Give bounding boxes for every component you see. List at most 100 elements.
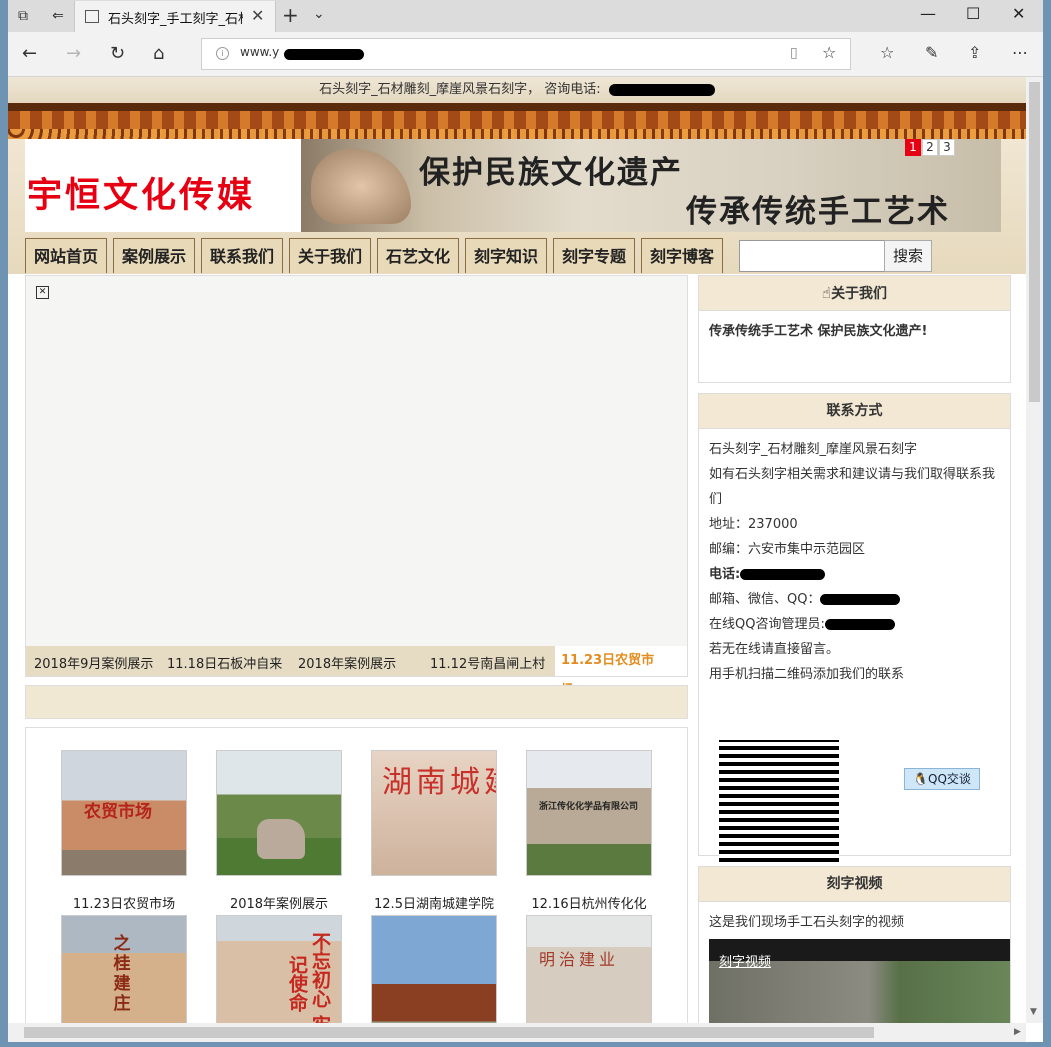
tab-actions-icon[interactable]: ⧉ bbox=[14, 7, 32, 25]
broken-image-icon: ✕ bbox=[36, 286, 49, 299]
image-slider[interactable]: ✕ 2018年9月案例展示 11.18日石板冲自来 2018年案例展示 11.1… bbox=[25, 275, 688, 698]
photo-text: 不忘初心 牢记使命 bbox=[286, 932, 331, 1023]
carving-hand-image bbox=[311, 149, 411, 224]
video-title-link[interactable]: 刻字视频 bbox=[719, 951, 771, 970]
favorites-hub-icon[interactable]: ☆ bbox=[880, 43, 894, 62]
site-logo[interactable]: 宇恒文化传媒 bbox=[25, 139, 301, 232]
video-thumbnail bbox=[709, 961, 1010, 1023]
gallery-photo[interactable]: 湖南城建 bbox=[371, 750, 497, 876]
site-top-line: 石头刻字_石材雕刻_摩崖风景石刻字， 咨询电话: bbox=[8, 77, 1026, 103]
back-icon[interactable]: ← bbox=[22, 43, 37, 64]
gallery-photo[interactable]: 浙江传化化学品有限公司 bbox=[526, 750, 652, 876]
home-icon[interactable]: ⌂ bbox=[153, 43, 164, 64]
video-title: 刻字视频 bbox=[699, 867, 1010, 902]
case-gallery: 农贸市场 11.23日农贸市场 2018年案例展示 湖南城建 12.5日湖南城建… bbox=[25, 727, 688, 1023]
menu-contact[interactable]: 联系我们 bbox=[201, 238, 283, 273]
vertical-scroll-thumb[interactable] bbox=[1029, 82, 1040, 402]
contact-line: 地址：237000 bbox=[709, 517, 798, 532]
logo-text: 宇恒文化传媒 bbox=[27, 175, 256, 216]
gallery-photo[interactable] bbox=[371, 915, 497, 1023]
close-window-icon[interactable]: ✕ bbox=[1012, 4, 1025, 23]
redaction-mark bbox=[740, 569, 826, 580]
tab-list-chevron-icon[interactable]: ⌄ bbox=[313, 6, 325, 22]
online-qq-label: 在线QQ咨询管理员: bbox=[709, 617, 825, 632]
site-info-icon[interactable]: i bbox=[216, 47, 229, 60]
slider-caption[interactable]: 2018年案例展示 bbox=[298, 653, 396, 672]
video-player[interactable]: 刻字视频 bbox=[709, 939, 1010, 1023]
scroll-right-icon[interactable]: ▶ bbox=[1014, 1027, 1021, 1037]
gallery-item[interactable]: 2018年案例展示 bbox=[199, 750, 359, 912]
photo-text: 之桂建庄 bbox=[113, 934, 131, 1014]
gallery-photo[interactable] bbox=[216, 750, 342, 876]
about-title-text: 关于我们 bbox=[831, 286, 888, 302]
photo-text: 明治建业 bbox=[539, 950, 620, 969]
gallery-item[interactable]: 明治建业 bbox=[509, 915, 669, 1023]
gallery-item[interactable]: 浙江传化化学品有限公司 12.16日杭州传化化 bbox=[509, 750, 669, 912]
active-tab[interactable]: 石头刻字_手工刻字_石材 ✕ bbox=[74, 1, 276, 32]
redaction-mark bbox=[284, 49, 364, 60]
maximize-icon[interactable]: ☐ bbox=[966, 4, 980, 23]
stone-shape bbox=[257, 819, 305, 859]
gallery-label[interactable]: 2018年案例展示 bbox=[199, 893, 359, 912]
redaction-mark bbox=[608, 83, 715, 96]
banner-line-2: 传承传统手工艺术 bbox=[686, 194, 950, 230]
contact-line: 用手机扫描二维码添加我们的联系 bbox=[709, 667, 905, 682]
qq-chat-button[interactable]: 🐧QQ交谈 bbox=[904, 768, 980, 790]
menu-carving-knowledge[interactable]: 刻字知识 bbox=[465, 238, 547, 273]
gallery-photo[interactable]: 不忘初心 牢记使命 bbox=[216, 915, 342, 1023]
gallery-photo[interactable]: 之桂建庄 bbox=[61, 915, 187, 1023]
slider-caption-active[interactable]: 11.23日农贸市场 bbox=[555, 646, 687, 698]
horizontal-scroll-thumb[interactable] bbox=[24, 1027, 874, 1038]
menu-cases[interactable]: 案例展示 bbox=[113, 238, 195, 273]
contact-line: 若无在线请直接留言。 bbox=[709, 642, 840, 657]
gallery-label[interactable]: 12.5日湖南城建学院 bbox=[354, 893, 514, 912]
gallery-photo[interactable]: 农贸市场 bbox=[61, 750, 187, 876]
contact-online-qq: 在线QQ咨询管理员: bbox=[709, 612, 1000, 637]
scroll-down-icon[interactable]: ▼ bbox=[1030, 1007, 1037, 1017]
reading-view-icon[interactable]: ▯ bbox=[790, 45, 798, 61]
gallery-item[interactable] bbox=[354, 915, 514, 1023]
slider-caption[interactable]: 11.12号南昌闸上村 bbox=[430, 653, 545, 672]
gallery-label[interactable]: 12.16日杭州传化化 bbox=[509, 893, 669, 912]
pager-1[interactable]: 1 bbox=[905, 139, 921, 156]
address-bar[interactable]: i www.y ▯ ☆ bbox=[201, 38, 851, 70]
search-button[interactable]: 搜索 bbox=[884, 240, 932, 272]
slider-caption[interactable]: 2018年9月案例展示 bbox=[34, 653, 153, 672]
vertical-scrollbar[interactable]: ▼ bbox=[1026, 77, 1043, 1023]
gallery-label[interactable]: 11.23日农贸市场 bbox=[44, 893, 204, 912]
photo-text: 农贸市场 bbox=[84, 802, 152, 822]
tab-strip: ⧉ ⇐ 石头刻字_手工刻字_石材 ✕ + ⌄ — ☐ ✕ bbox=[8, 0, 1043, 32]
new-tab-icon[interactable]: + bbox=[282, 3, 299, 27]
pager-2[interactable]: 2 bbox=[922, 139, 938, 156]
menu-home[interactable]: 网站首页 bbox=[25, 238, 107, 273]
gallery-item[interactable]: 农贸市场 11.23日农贸市场 bbox=[44, 750, 204, 912]
slider-caption[interactable]: 11.18日石板冲自来 bbox=[167, 653, 282, 672]
menu-carving-blog[interactable]: 刻字博客 bbox=[641, 238, 723, 273]
photo-text: 浙江传化化学品有限公司 bbox=[539, 802, 639, 812]
gallery-photo[interactable]: 明治建业 bbox=[526, 915, 652, 1023]
minimize-icon[interactable]: — bbox=[920, 4, 936, 23]
close-tab-icon[interactable]: ✕ bbox=[251, 6, 264, 25]
web-note-icon[interactable]: ✎ bbox=[925, 43, 938, 62]
refresh-icon[interactable]: ↻ bbox=[110, 43, 125, 64]
gallery-item[interactable]: 不忘初心 牢记使命 bbox=[199, 915, 359, 1023]
video-box: 刻字视频 这是我们现场手工石头刻字的视频 刻字视频 bbox=[698, 866, 1011, 1023]
menu-about[interactable]: 关于我们 bbox=[289, 238, 371, 273]
menu-stone-culture[interactable]: 石艺文化 bbox=[377, 238, 459, 273]
browser-window: ⧉ ⇐ 石头刻字_手工刻字_石材 ✕ + ⌄ — ☐ ✕ ← → ↻ ⌂ i w… bbox=[8, 0, 1043, 1042]
gallery-item[interactable]: 之桂建庄 bbox=[44, 915, 204, 1023]
favorite-star-icon[interactable]: ☆ bbox=[822, 43, 836, 62]
pager-3[interactable]: 3 bbox=[939, 139, 955, 156]
forward-icon[interactable]: → bbox=[66, 43, 81, 64]
set-aside-tabs-icon[interactable]: ⇐ bbox=[49, 7, 67, 25]
share-icon[interactable]: ⇪ bbox=[968, 43, 981, 62]
horizontal-scrollbar[interactable]: ▶ bbox=[8, 1023, 1026, 1042]
search-input[interactable] bbox=[739, 240, 885, 272]
more-menu-icon[interactable]: ⋯ bbox=[1012, 43, 1028, 62]
gallery-item[interactable]: 湖南城建 12.5日湖南城建学院 bbox=[354, 750, 514, 912]
menu-carving-topics[interactable]: 刻字专题 bbox=[553, 238, 635, 273]
photo-text: 湖南城建 bbox=[382, 765, 496, 800]
qq-chat-label: QQ交谈 bbox=[928, 772, 971, 786]
qr-code-image bbox=[719, 740, 839, 862]
header-banner: 保护民族文化遗产 传承传统手工艺术 bbox=[301, 139, 1001, 232]
